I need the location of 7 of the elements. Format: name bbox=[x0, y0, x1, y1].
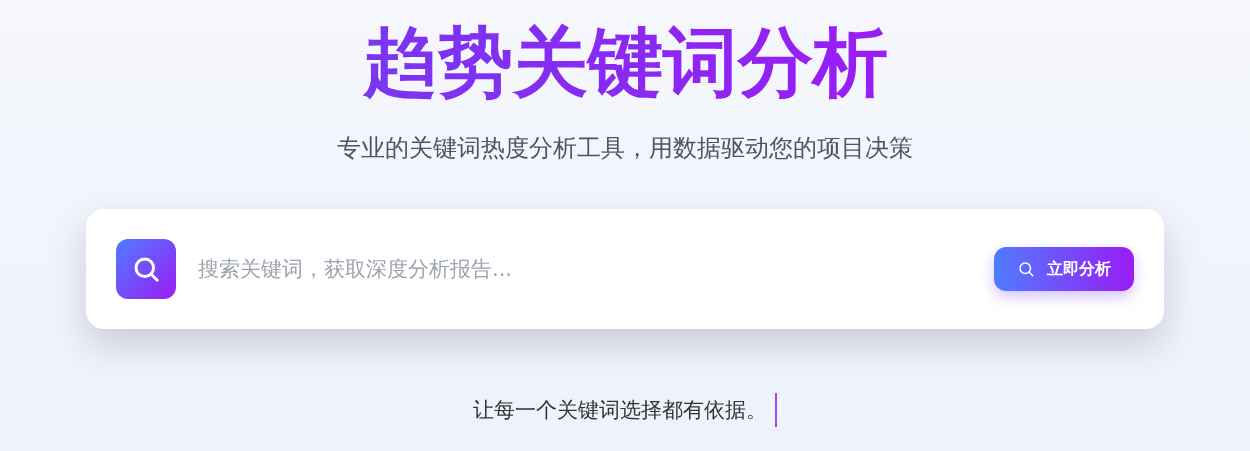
text-cursor bbox=[775, 393, 777, 427]
search-icon bbox=[1017, 260, 1035, 278]
search-icon bbox=[116, 239, 176, 299]
search-field[interactable]: 搜索关键词，获取深度分析报告... bbox=[196, 256, 994, 282]
subtitle: 专业的关键词热度分析工具，用数据驱动您的项目决策 bbox=[337, 133, 913, 164]
tagline: 让每一个关键词选择都有依据。 bbox=[473, 397, 767, 424]
analyze-button[interactable]: 立即分析 bbox=[994, 247, 1134, 291]
